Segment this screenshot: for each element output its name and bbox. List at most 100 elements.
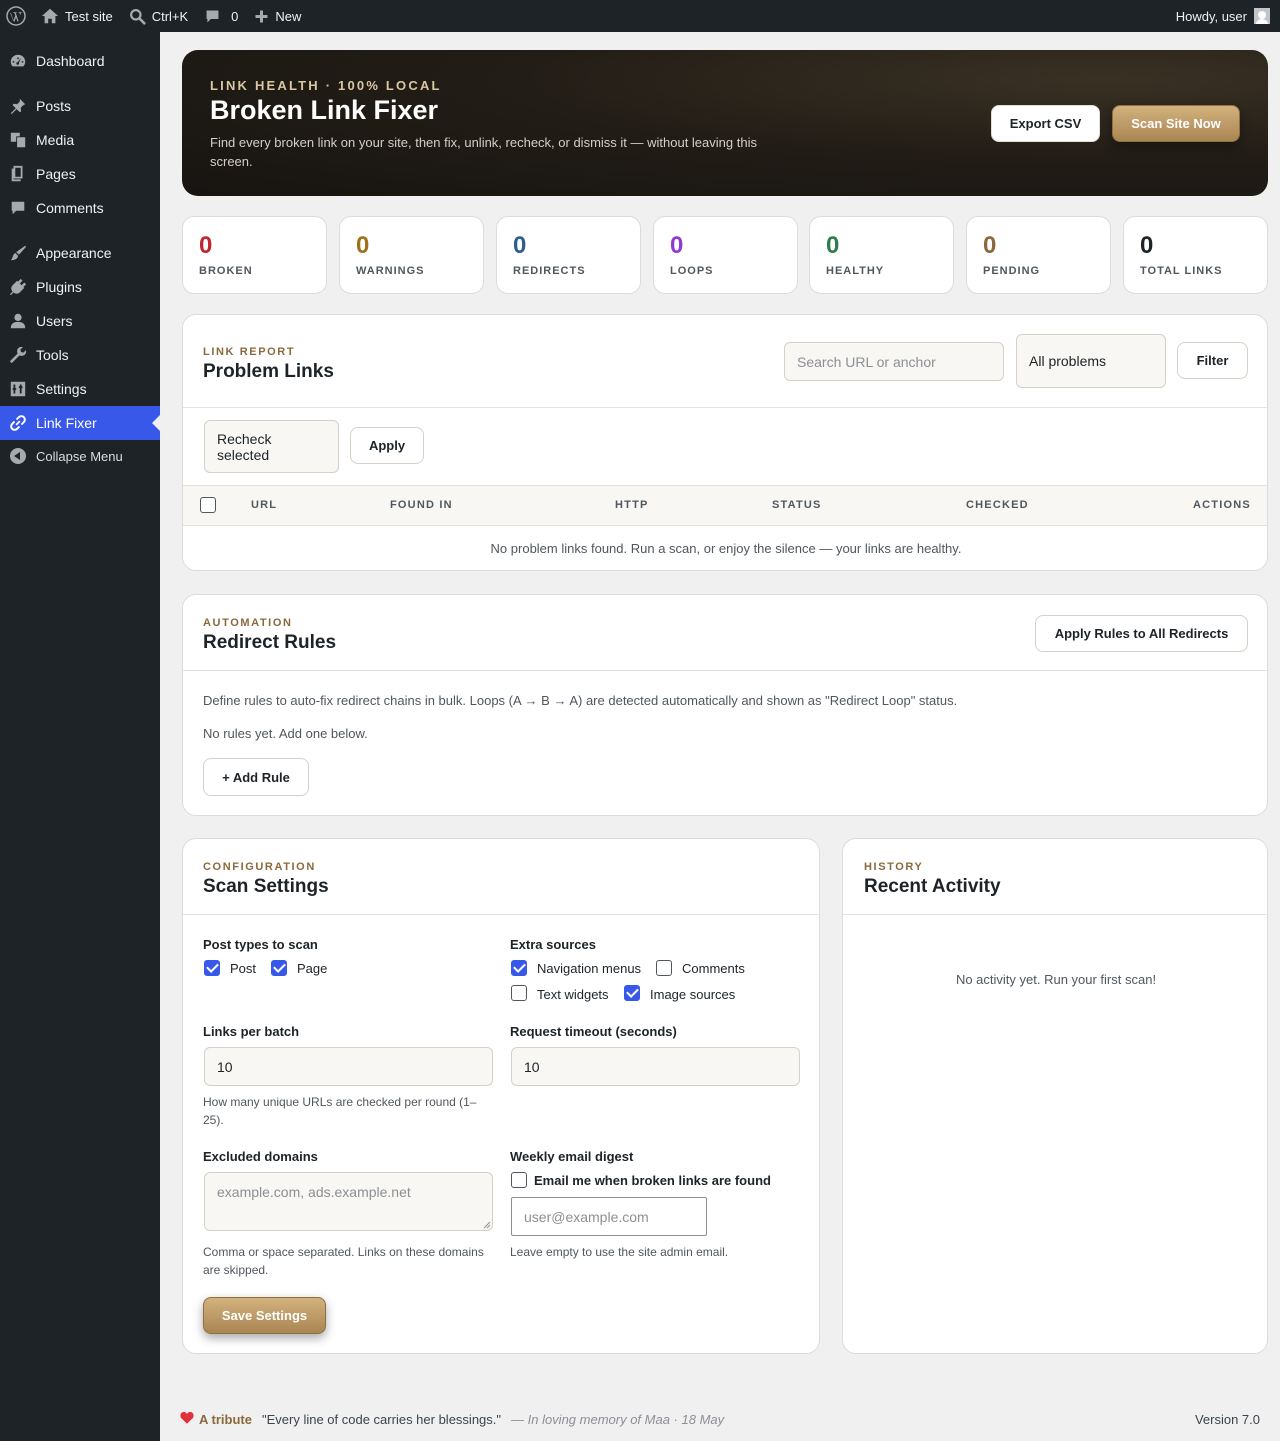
sidebar-item-users[interactable]: Users <box>0 304 160 338</box>
scan-site-button[interactable]: Scan Site Now <box>1112 105 1240 142</box>
sidebar-item-media[interactable]: Media <box>0 123 160 157</box>
save-settings-button[interactable]: Save Settings <box>203 1297 326 1334</box>
apply-bulk-button[interactable]: Apply <box>350 427 424 464</box>
rules-description: Define rules to auto-fix redirect chains… <box>203 693 958 708</box>
sidebar-item-pages[interactable]: Pages <box>0 157 160 191</box>
column-header-found-in[interactable]: Found In <box>390 499 453 511</box>
batch-help-text: How many unique URLs are checked per rou… <box>203 1095 477 1127</box>
heart-icon <box>180 1411 194 1427</box>
sidebar-item-label: Comments <box>36 200 104 216</box>
rules-empty-message: No rules yet. Add one below. <box>203 726 368 741</box>
problem-filter-select[interactable]: All problems <box>1016 334 1166 388</box>
brush-icon <box>10 245 27 261</box>
stat-label: Broken <box>199 265 253 277</box>
sidebar-item-label: Appearance <box>36 245 112 261</box>
pages-icon <box>11 165 23 182</box>
stat-value: 0 <box>670 232 684 259</box>
extra-sources-label: Extra sources <box>510 937 596 952</box>
site-link[interactable]: Test site <box>33 0 121 32</box>
column-header-checked[interactable]: Checked <box>966 499 1029 511</box>
site-name: Test site <box>65 8 113 24</box>
apply-rules-all-button[interactable]: Apply Rules to All Redirects <box>1035 615 1248 652</box>
links-per-batch-input[interactable]: 10 <box>204 1047 493 1086</box>
resize-handle-icon[interactable] <box>483 1221 491 1229</box>
request-timeout-input[interactable]: 10 <box>511 1047 800 1086</box>
link-icon <box>10 415 26 431</box>
tribute-quote: "Every line of code carries her blessing… <box>262 1412 502 1427</box>
sidebar-item-posts[interactable]: Posts <box>0 89 160 123</box>
footer: A tribute "Every line of code carries he… <box>180 1411 1260 1431</box>
sidebar-item-label: Media <box>36 132 75 148</box>
activity-empty-message: No activity yet. Run your first scan! <box>955 972 1157 987</box>
sidebar-item-settings[interactable]: Settings <box>0 372 160 406</box>
post-type-page-checkbox[interactable] <box>271 960 287 976</box>
pin-icon <box>10 98 26 115</box>
source-text-widgets-checkbox[interactable] <box>511 985 527 1001</box>
sidebar-item-dashboard[interactable]: Dashboard <box>0 44 160 78</box>
stat-label: Total Links <box>1140 265 1223 277</box>
stat-value: 0 <box>1140 232 1154 259</box>
add-rule-button[interactable]: + Add Rule <box>203 758 309 796</box>
stat-value: 0 <box>513 232 527 259</box>
post-type-post-checkbox[interactable] <box>204 960 220 976</box>
account-menu[interactable]: Howdy, user <box>1168 0 1280 32</box>
stat-card-redirects: 0 Redirects <box>496 216 641 294</box>
admin-sidebar: Dashboard Posts Media Pages Comments App… <box>0 32 160 1441</box>
search-shortcut[interactable]: Ctrl+K <box>121 0 196 32</box>
checkbox-label: Image sources <box>650 987 736 1002</box>
stat-label: Loops <box>670 265 714 277</box>
column-header-actions: Actions <box>1193 499 1251 511</box>
excluded-domains-textarea[interactable]: example.com, ads.example.net <box>204 1172 493 1231</box>
sidebar-item-comments[interactable]: Comments <box>0 191 160 225</box>
scan-settings-panel: Configuration Scan Settings Post types t… <box>182 838 820 1354</box>
wrench-icon <box>9 346 27 364</box>
sidebar-item-tools[interactable]: Tools <box>0 338 160 372</box>
sidebar-item-appearance[interactable]: Appearance <box>0 236 160 270</box>
column-header-status[interactable]: Status <box>772 499 822 511</box>
new-content-link[interactable]: New <box>246 0 309 32</box>
checkbox-label: Text widgets <box>537 987 609 1002</box>
excluded-help-text: Comma or space separated. Links on these… <box>203 1245 484 1277</box>
checkbox-label: Page <box>297 961 328 976</box>
section-title: Redirect Rules <box>203 632 337 653</box>
source-image-sources-checkbox[interactable] <box>624 985 640 1001</box>
user-icon <box>10 313 26 329</box>
stat-label: Pending <box>983 265 1041 277</box>
comments-link[interactable]: 0 <box>196 0 246 32</box>
sidebar-item-label: Tools <box>36 347 69 363</box>
email-digest-checkbox[interactable] <box>511 1172 527 1188</box>
column-header-http[interactable]: HTTP <box>615 499 649 511</box>
wordpress-logo[interactable] <box>0 0 33 32</box>
bulk-action-select[interactable]: Recheck selected <box>204 420 339 473</box>
sidebar-item-link-fixer[interactable]: Link Fixer <box>0 406 160 440</box>
source-nav-menus-checkbox[interactable] <box>511 960 527 976</box>
digest-email-input[interactable]: user@example.com <box>511 1197 707 1236</box>
post-types-label: Post types to scan <box>203 937 318 952</box>
source-comments-checkbox[interactable] <box>656 960 672 976</box>
settings-icon <box>10 381 26 397</box>
link-report-panel: Link Report Problem Links Search URL or … <box>182 314 1268 571</box>
column-header-url[interactable]: URL <box>251 499 277 511</box>
select-all-checkbox[interactable] <box>200 497 216 513</box>
table-header <box>183 485 1267 526</box>
sidebar-item-label: Pages <box>36 166 76 182</box>
collapse-menu-button[interactable]: Collapse Menu <box>0 439 160 473</box>
divider <box>183 670 1267 671</box>
section-title: Problem Links <box>203 361 334 382</box>
sidebar-item-plugins[interactable]: Plugins <box>0 270 160 304</box>
section-title: Recent Activity <box>864 876 1001 897</box>
sidebar-item-label: Settings <box>36 381 87 397</box>
export-csv-button[interactable]: Export CSV <box>991 105 1100 142</box>
timeout-label: Request timeout (seconds) <box>510 1024 677 1039</box>
email-help-text: Leave empty to use the site admin email. <box>510 1245 729 1259</box>
sidebar-item-label: Plugins <box>36 279 82 295</box>
stat-value: 0 <box>199 232 213 259</box>
stat-label: Warnings <box>356 265 425 277</box>
search-input[interactable]: Search URL or anchor <box>784 342 1004 381</box>
avatar <box>1254 8 1270 24</box>
filter-button[interactable]: Filter <box>1177 342 1248 379</box>
divider <box>183 914 819 915</box>
new-label: New <box>275 8 302 24</box>
checkbox-label: Navigation menus <box>537 961 642 976</box>
tribute-label: A tribute <box>199 1412 252 1427</box>
